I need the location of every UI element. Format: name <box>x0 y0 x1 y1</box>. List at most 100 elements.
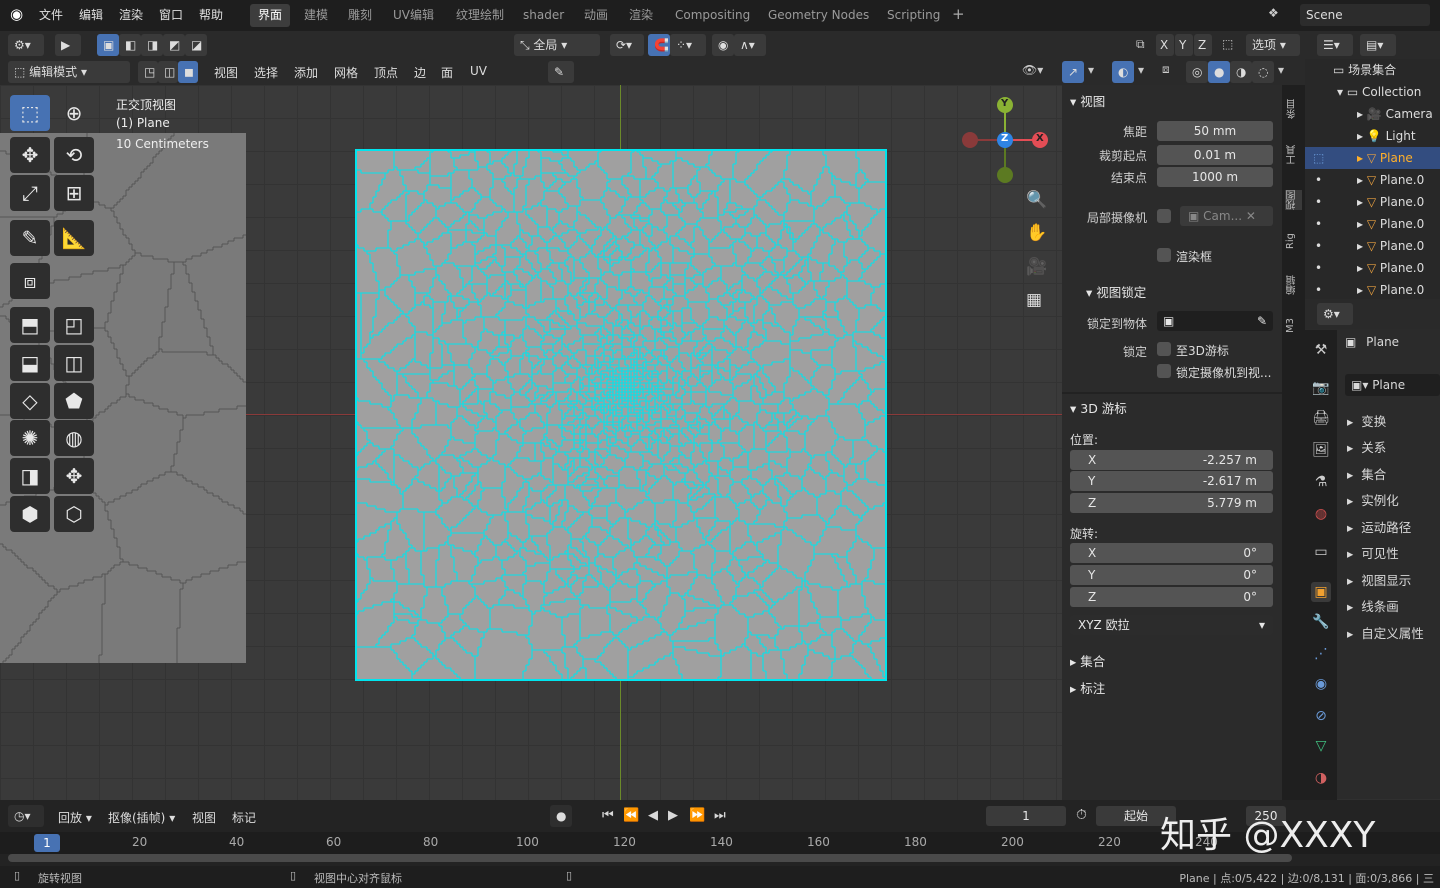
eyedropper-button[interactable]: ✎ <box>548 61 574 83</box>
shrink-fatten-tool[interactable]: ✥ <box>54 458 94 494</box>
outliner-plane-selected[interactable]: ⬚ ▸ ▽ Plane <box>1305 147 1440 169</box>
outliner-camera[interactable]: ▸ 🎥 Camera <box>1305 103 1440 125</box>
smooth-tool[interactable]: ◍ <box>54 420 94 456</box>
tab-tool[interactable]: 工具 <box>1285 145 1302 165</box>
render-border-checkbox[interactable] <box>1157 248 1171 262</box>
overlay-toggle[interactable]: ◐ <box>1112 61 1134 83</box>
object-props-icon[interactable]: ▣ <box>1311 582 1331 602</box>
scene-field[interactable]: Scene <box>1300 4 1430 26</box>
transform-orientation-dropdown[interactable]: ⤡ 全局 ▾ <box>514 34 600 56</box>
view-layer-icon[interactable]: 🖼 <box>1311 440 1331 460</box>
add-workspace-button[interactable]: + <box>952 5 965 23</box>
shear-tool[interactable]: ⬢ <box>10 496 50 532</box>
outliner-plane-5[interactable]: • ▸ ▽ Plane.0 <box>1305 257 1440 279</box>
transform-tool[interactable]: ⊞ <box>54 175 94 211</box>
timeline-editor-type[interactable]: ◷▾ <box>8 805 44 827</box>
shading-wireframe[interactable]: ◎ <box>1186 61 1208 83</box>
lock-3d-cursor-checkbox[interactable] <box>1157 342 1171 356</box>
keying-menu[interactable]: 抠像(插帧) ▾ <box>108 809 175 826</box>
cursor-rot-z-field[interactable]: Z 0° <box>1070 587 1273 607</box>
material-icon[interactable]: ◑ <box>1311 768 1331 788</box>
loop-cut-tool[interactable]: ◫ <box>54 345 94 381</box>
tab-item[interactable]: 条目 <box>1285 99 1302 119</box>
playback-menu[interactable]: 回放 ▾ <box>58 809 92 826</box>
rotation-mode-dropdown[interactable]: XYZ 欧拉 ▾ <box>1070 615 1273 635</box>
mode-dropdown[interactable]: ⬚ 编辑模式 ▾ <box>8 61 130 83</box>
timeline-scrollbar[interactable] <box>8 854 1292 862</box>
view-section-header[interactable]: ▾ 视图 <box>1070 91 1105 110</box>
edit-mode-indicator-icon[interactable]: ⬚ <box>1313 147 1324 169</box>
menu-render[interactable]: 渲染 <box>119 6 143 23</box>
play-icon[interactable]: ▶ <box>668 808 678 823</box>
next-keyframe-icon[interactable]: ⏩ <box>689 808 705 823</box>
gizmo-dropdown-icon[interactable]: ▾ <box>1088 63 1094 77</box>
tab-view[interactable]: 视图 <box>1285 190 1302 210</box>
tab-uv-editing[interactable]: UV编辑 <box>385 4 442 27</box>
select-mode-extend[interactable]: ◧ <box>119 34 141 56</box>
overlay-dropdown-icon[interactable]: ▾ <box>1138 63 1144 77</box>
ortho-grid-icon[interactable]: ▦ <box>1026 290 1042 310</box>
mirror-y-toggle[interactable]: Y <box>1175 34 1193 56</box>
collection-props-icon[interactable]: ▭ <box>1311 542 1331 562</box>
constraints-icon[interactable]: ⊘ <box>1311 706 1331 726</box>
local-camera-checkbox[interactable] <box>1157 209 1171 223</box>
menu-help[interactable]: 帮助 <box>199 6 223 23</box>
scene-icon[interactable]: ❖ <box>1268 6 1279 20</box>
outliner-plane-1[interactable]: • ▸ ▽ Plane.0 <box>1305 169 1440 191</box>
edge-select-mode[interactable]: ◫ <box>158 61 178 83</box>
tab-compositing[interactable]: Compositing <box>667 4 758 27</box>
extrude-tool[interactable]: ⬒ <box>10 307 50 343</box>
scale-tool[interactable]: ⤢ <box>10 175 50 211</box>
tab-sculpt[interactable]: 雕刻 <box>340 4 380 27</box>
shading-rendered[interactable]: ◌ <box>1252 61 1274 83</box>
particles-icon[interactable]: ⋰ <box>1311 644 1331 664</box>
mirror-z-toggle[interactable]: Z <box>1194 34 1212 56</box>
render-icon[interactable]: 📷 <box>1311 378 1331 398</box>
tab-texture-paint[interactable]: 纹理绘制 <box>448 4 512 27</box>
rotate-tool[interactable]: ⟲ <box>54 137 94 173</box>
snap-target-dropdown[interactable]: ⁘▾ <box>670 34 706 56</box>
blender-logo-icon[interactable]: ◉ <box>10 5 23 23</box>
tab-m3[interactable]: M3 <box>1285 318 1302 333</box>
plane-mesh[interactable] <box>355 149 887 681</box>
knife-tool[interactable]: ◇ <box>10 383 50 419</box>
local-camera-field[interactable]: ▣ Cam... ✕ <box>1180 206 1273 226</box>
lock-object-field[interactable]: ▣ ✎ <box>1157 311 1273 331</box>
menu-window[interactable]: 窗口 <box>159 6 183 23</box>
pan-hand-icon[interactable]: ✋ <box>1026 223 1047 243</box>
panel-visibility[interactable]: ▸ 可见性 <box>1347 543 1399 562</box>
mirror-icon[interactable]: ⧉ <box>1136 37 1145 52</box>
record-button[interactable]: ● <box>550 805 572 827</box>
play-reverse-icon[interactable]: ◀ <box>648 808 658 823</box>
options-dropdown[interactable]: 选项 ▾ <box>1246 34 1300 56</box>
menu-uv[interactable]: UV <box>470 64 487 78</box>
xray-toggle[interactable]: ⧈ <box>1162 62 1170 77</box>
panel-custom-properties[interactable]: ▸ 自定义属性 <box>1347 623 1424 642</box>
modifier-icon[interactable]: 🔧 <box>1311 612 1331 632</box>
view-lock-header[interactable]: ▾ 视图锁定 <box>1086 282 1146 301</box>
menu-file[interactable]: 文件 <box>39 6 63 23</box>
marker-menu[interactable]: 标记 <box>232 809 256 826</box>
mesh-data-icon[interactable]: ▽ <box>1311 736 1331 756</box>
select-box-tool[interactable]: ⬚ <box>10 95 50 131</box>
add-cube-tool[interactable]: ⧈ <box>10 263 50 299</box>
camera-view-icon[interactable]: 🎥 <box>1026 257 1047 277</box>
select-mode-invert[interactable]: ◩ <box>163 34 185 56</box>
cursor-section-header[interactable]: ▾ 3D 游标 <box>1070 398 1127 417</box>
menu-view[interactable]: 视图 <box>214 64 238 81</box>
outliner-collection[interactable]: ▾ ▭ Collection <box>1305 81 1440 103</box>
panel-transform[interactable]: ▸ 变换 <box>1347 411 1386 430</box>
clip-end-field[interactable]: 1000 m <box>1157 167 1273 187</box>
select-tool-button[interactable]: ▶ <box>55 34 81 56</box>
vertex-select-mode[interactable]: ◳ <box>138 61 158 83</box>
poly-build-tool[interactable]: ⬟ <box>54 383 94 419</box>
prev-keyframe-icon[interactable]: ⏪ <box>623 808 639 823</box>
clip-start-field[interactable]: 0.01 m <box>1157 145 1273 165</box>
panel-line-art[interactable]: ▸ 线条画 <box>1347 596 1399 615</box>
pivot-dropdown[interactable]: ⟳▾ <box>610 34 644 56</box>
tool-settings-icon[interactable]: ⚒ <box>1311 340 1331 360</box>
scene-props-icon[interactable]: ⚗ <box>1311 472 1331 492</box>
mirror-x-toggle[interactable]: X <box>1156 34 1174 56</box>
tab-rendering[interactable]: 渲染 <box>621 4 661 27</box>
move-tool[interactable]: ✥ <box>10 137 50 173</box>
